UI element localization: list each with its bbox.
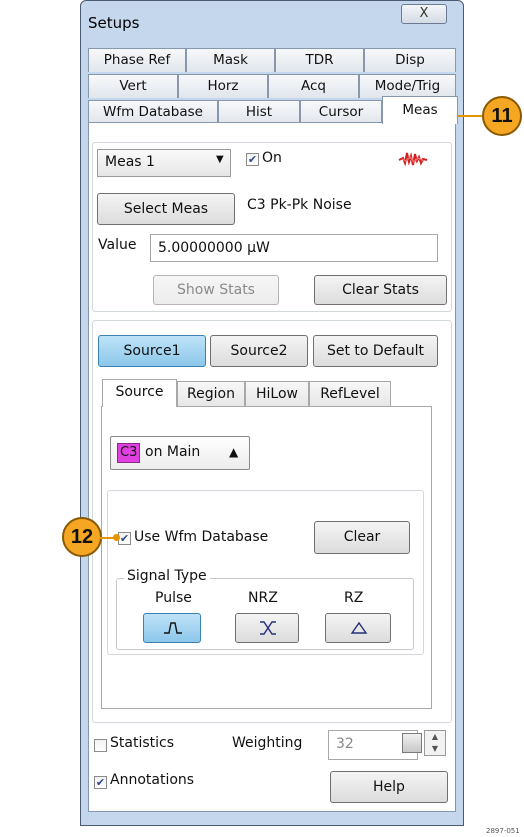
clear-button[interactable]: Clear	[314, 521, 410, 554]
tab-mode-trig[interactable]: Mode/Trig	[359, 74, 456, 98]
signal-type-label: Signal Type	[124, 568, 210, 584]
source2-button[interactable]: Source2	[210, 335, 308, 367]
chevron-down-icon: ▼	[216, 154, 224, 165]
pulse-icon	[164, 622, 182, 634]
tab-mask[interactable]: Mask	[186, 48, 275, 72]
inner-tab-region[interactable]: Region	[177, 381, 245, 407]
use-wfm-db-checkbox[interactable]: ✔	[118, 532, 131, 545]
tab-wfm-database[interactable]: Wfm Database	[88, 100, 218, 124]
tab-tdr[interactable]: TDR	[275, 48, 364, 72]
channel-label: on Main	[145, 444, 201, 460]
rz-label: RZ	[344, 590, 364, 606]
statistics-label: Statistics	[110, 735, 174, 751]
use-wfm-db-label: Use Wfm Database	[134, 529, 269, 545]
pulse-label: Pulse	[155, 590, 192, 606]
rz-button[interactable]	[325, 613, 391, 643]
annotations-label: Annotations	[110, 772, 195, 788]
inner-tab-reflevel[interactable]: RefLevel	[309, 381, 391, 407]
show-stats-button[interactable]: Show Stats	[153, 275, 279, 305]
rz-icon	[350, 621, 368, 634]
meas-select[interactable]: Meas 1 ▼	[97, 149, 231, 177]
tab-acq[interactable]: Acq	[268, 74, 359, 98]
help-button[interactable]: Help	[330, 771, 448, 803]
meas-description: C3 Pk-Pk Noise	[247, 197, 352, 213]
waveform-icon	[398, 147, 428, 171]
nrz-eye-icon	[260, 621, 276, 635]
clear-stats-button[interactable]: Clear Stats	[314, 275, 447, 305]
keypad-icon[interactable]	[402, 733, 422, 753]
tab-hist[interactable]: Hist	[218, 100, 300, 124]
channel-badge: C3	[117, 443, 141, 463]
tab-cursor[interactable]: Cursor	[300, 100, 382, 124]
spinner-arrows-icon[interactable]: ▲ ▼	[424, 730, 446, 756]
tab-phase-ref[interactable]: Phase Ref	[88, 48, 186, 72]
tab-horz[interactable]: Horz	[178, 74, 268, 98]
statistics-checkbox[interactable]	[94, 739, 107, 752]
tab-vert[interactable]: Vert	[88, 74, 178, 98]
value-label: Value	[98, 237, 137, 253]
select-meas-button[interactable]: Select Meas	[97, 193, 235, 225]
pulse-button[interactable]	[143, 613, 201, 643]
callout-12: 12	[62, 517, 102, 557]
callout-11: 11	[482, 96, 522, 136]
weighting-label: Weighting	[232, 735, 303, 751]
value-field[interactable]: 5.00000000 µW	[150, 234, 438, 262]
window-title: Setups	[88, 14, 140, 32]
figure-id: 2897-051	[486, 827, 520, 835]
source1-button[interactable]: Source1	[98, 335, 206, 367]
tab-meas[interactable]: Meas	[382, 96, 458, 124]
meas-on-checkbox[interactable]: ✔	[246, 153, 259, 166]
tab-disp[interactable]: Disp	[364, 48, 456, 72]
meas-select-value: Meas 1	[105, 154, 155, 170]
nrz-button[interactable]	[235, 613, 299, 643]
close-button[interactable]: X	[401, 4, 447, 24]
inner-tab-hilow[interactable]: HiLow	[245, 381, 309, 407]
nrz-label: NRZ	[248, 590, 278, 606]
meas-on-label: On	[262, 150, 282, 166]
inner-tab-source[interactable]: Source	[102, 379, 177, 407]
triangle-up-icon: ▲	[229, 445, 239, 459]
set-to-default-button[interactable]: Set to Default	[313, 335, 438, 367]
callout-12-anchor	[113, 534, 120, 541]
channel-select[interactable]: C3 on Main ▲	[110, 436, 250, 470]
annotations-checkbox[interactable]: ✔	[94, 776, 107, 789]
